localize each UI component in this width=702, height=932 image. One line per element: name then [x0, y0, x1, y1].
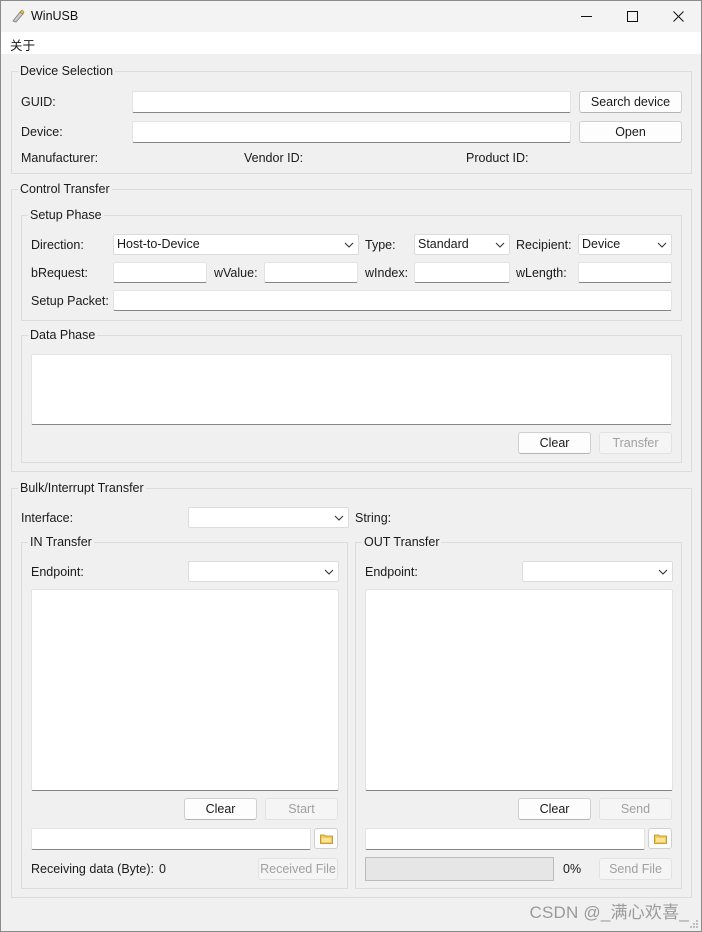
- close-icon: [672, 11, 684, 22]
- folder-icon: [319, 834, 333, 844]
- out-clear-button[interactable]: Clear: [518, 798, 591, 820]
- transfer-button[interactable]: Transfer: [599, 432, 672, 454]
- recipient-label: Recipient:: [516, 238, 572, 252]
- in-file-path-input[interactable]: [31, 828, 311, 850]
- interface-label: Interface:: [21, 511, 74, 525]
- brequest-label: bRequest:: [31, 266, 88, 280]
- setup-packet-label: Setup Packet:: [31, 294, 109, 308]
- folder-icon: [653, 834, 667, 844]
- out-file-path-input[interactable]: [365, 828, 645, 850]
- brequest-input[interactable]: [113, 262, 207, 283]
- recipient-select[interactable]: Device: [578, 234, 672, 255]
- chevron-down-icon: [344, 242, 354, 248]
- string-label: String:: [355, 511, 392, 525]
- direction-label: Direction:: [31, 238, 84, 252]
- device-input[interactable]: [132, 121, 571, 143]
- main-window: WinUSB 关于 Device Selection GUID: Search …: [0, 0, 702, 932]
- search-device-button[interactable]: Search device: [579, 91, 682, 113]
- title-bar: WinUSB: [1, 1, 701, 32]
- chevron-down-icon: [334, 515, 344, 521]
- in-transfer-title: IN Transfer: [28, 534, 94, 550]
- minimize-icon: [580, 16, 592, 17]
- direction-value: Host-to-Device: [117, 237, 200, 251]
- open-button[interactable]: Open: [579, 121, 682, 143]
- menu-about[interactable]: 关于: [10, 35, 35, 54]
- recipient-value: Device: [582, 237, 621, 251]
- send-file-button[interactable]: Send File: [599, 858, 672, 880]
- type-select[interactable]: Standard: [414, 234, 510, 255]
- windex-input[interactable]: [414, 262, 510, 283]
- wvalue-label: wValue:: [214, 266, 258, 280]
- in-endpoint-label: Endpoint:: [31, 565, 84, 579]
- window-title: WinUSB: [31, 9, 79, 23]
- chevron-down-icon: [658, 569, 668, 575]
- in-data-textarea[interactable]: [31, 589, 339, 791]
- chevron-down-icon: [324, 569, 334, 575]
- vendor-id-label: Vendor ID:: [244, 151, 304, 165]
- minimize-button[interactable]: [563, 1, 609, 32]
- data-clear-button[interactable]: Clear: [518, 432, 591, 454]
- setup-packet-input[interactable]: [113, 290, 672, 311]
- type-label: Type:: [365, 238, 396, 252]
- setup-phase-title: Setup Phase: [28, 207, 104, 223]
- type-value: Standard: [418, 237, 469, 251]
- manufacturer-label: Manufacturer:: [21, 151, 99, 165]
- wlength-input[interactable]: [578, 262, 672, 283]
- control-transfer-title: Control Transfer: [18, 181, 112, 197]
- watermark-text: CSDN @_满心欢喜_: [529, 903, 689, 922]
- out-browse-button[interactable]: [648, 828, 672, 849]
- chevron-down-icon: [495, 242, 505, 248]
- in-endpoint-select[interactable]: [188, 561, 339, 582]
- in-clear-button[interactable]: Clear: [184, 798, 257, 820]
- out-endpoint-label: Endpoint:: [365, 565, 418, 579]
- windex-label: wIndex:: [365, 266, 409, 280]
- device-label: Device:: [21, 125, 63, 139]
- interface-select[interactable]: [188, 507, 349, 528]
- guid-input[interactable]: [132, 91, 571, 113]
- close-button[interactable]: [655, 1, 701, 32]
- send-progress-text: 0%: [563, 862, 582, 876]
- chevron-down-icon: [657, 242, 667, 248]
- wvalue-input[interactable]: [264, 262, 358, 283]
- received-file-button[interactable]: Received File: [258, 858, 338, 880]
- data-phase-title: Data Phase: [28, 327, 98, 343]
- device-selection-title: Device Selection: [18, 63, 116, 79]
- guid-label: GUID:: [21, 95, 56, 109]
- start-button[interactable]: Start: [265, 798, 338, 820]
- bulk-transfer-title: Bulk/Interrupt Transfer: [18, 480, 146, 496]
- menu-bar: 关于: [1, 32, 701, 54]
- product-id-label: Product ID:: [466, 151, 529, 165]
- send-button[interactable]: Send: [599, 798, 672, 820]
- wlength-label: wLength:: [516, 266, 567, 280]
- resize-grip-icon[interactable]: [689, 919, 699, 929]
- receiving-data-value: 0: [159, 862, 166, 876]
- out-endpoint-select[interactable]: [522, 561, 673, 582]
- out-transfer-title: OUT Transfer: [362, 534, 442, 550]
- send-progress-bar: [365, 857, 554, 881]
- maximize-button[interactable]: [609, 1, 655, 32]
- receiving-data-label: Receiving data (Byte):: [31, 862, 154, 876]
- direction-select[interactable]: Host-to-Device: [113, 234, 359, 255]
- app-icon: [12, 9, 25, 23]
- in-browse-button[interactable]: [314, 828, 338, 849]
- out-data-textarea[interactable]: [365, 589, 673, 791]
- maximize-icon: [626, 11, 638, 22]
- data-phase-textarea[interactable]: [31, 354, 672, 425]
